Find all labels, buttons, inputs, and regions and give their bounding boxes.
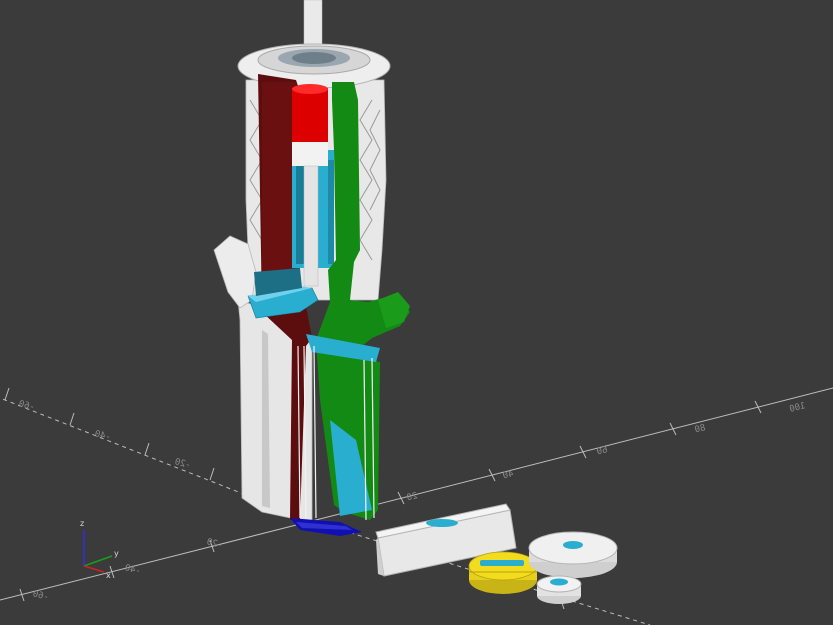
tick-xn-60: -60 (17, 399, 35, 413)
tick-x-60: 60 (596, 445, 609, 457)
tick-x-40: 40 (502, 469, 515, 481)
part-small-cylinder[interactable] (536, 575, 582, 604)
tick-yn-20: -20 (205, 537, 223, 551)
gizmo-z-label: z (80, 519, 84, 528)
tick-xn-20: -20 (173, 457, 191, 471)
part-large-washer[interactable] (528, 531, 618, 578)
gizmo-x-label: x (106, 571, 111, 580)
tick-xn-40: -40 (93, 429, 111, 443)
gizmo-x-line (83, 565, 105, 573)
tick-x-100: 100 (789, 401, 807, 415)
x-axis-positive (311, 387, 833, 522)
tick-x-80: 80 (694, 423, 707, 435)
main-model[interactable] (213, 0, 410, 536)
red-bushing (292, 88, 328, 142)
scene-axes (0, 387, 833, 625)
part-yellow-spool[interactable] (468, 551, 538, 594)
gizmo-y-label: y (114, 549, 119, 558)
tick-yn-60: -60 (31, 589, 49, 603)
scale-tick-labels: 20 40 60 80 100 -20 -40 -60 -20 -40 -60 (17, 399, 806, 603)
y-axis-negative (0, 520, 313, 601)
3d-viewport[interactable]: 20 40 60 80 100 -20 -40 -60 -20 -40 -60 (0, 0, 833, 625)
gizmo-y-line (83, 555, 113, 567)
tick-x-20: 20 (406, 491, 419, 503)
